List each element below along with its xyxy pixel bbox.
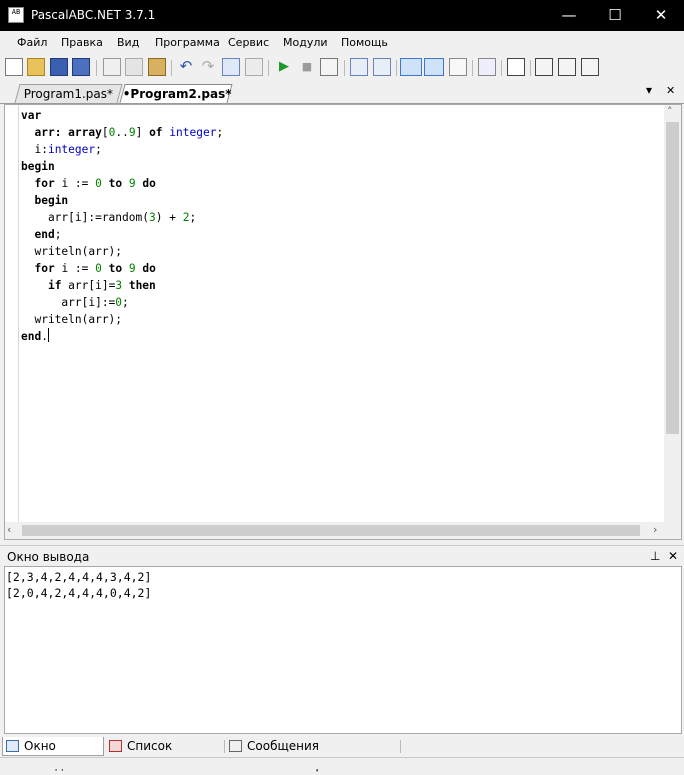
- text-caret: [47, 328, 49, 342]
- menu-edit[interactable]: Правка: [61, 36, 103, 49]
- save-icon[interactable]: [50, 58, 68, 76]
- tab-output-window[interactable]: Окно вывода: [2, 737, 104, 772]
- status-bar: [0, 757, 684, 769]
- tab-program1[interactable]: Program1.pas*: [14, 84, 123, 103]
- tab-label: •Program2.pas*: [122, 87, 232, 101]
- toolbar-separator: [472, 60, 473, 76]
- navigate-back-icon[interactable]: [222, 58, 240, 76]
- menu-file[interactable]: Файл: [17, 36, 47, 49]
- step-over-icon[interactable]: [373, 58, 391, 76]
- document-icon[interactable]: [478, 58, 496, 76]
- tab-separator: [224, 740, 225, 753]
- tab-error-list[interactable]: Список ошибок: [106, 737, 224, 772]
- scroll-right-arrow-icon[interactable]: ›: [653, 523, 657, 536]
- code-line: begin: [21, 160, 55, 173]
- compiler-messages-icon: [229, 740, 242, 752]
- tab-list-dropdown-icon[interactable]: ▾: [646, 83, 652, 97]
- menu-program[interactable]: Программа: [155, 36, 220, 49]
- error-list-icon: [109, 740, 122, 752]
- toolbar-separator: [171, 60, 172, 76]
- code-line: writeln(arr);: [21, 245, 123, 258]
- menu-view[interactable]: Вид: [117, 36, 139, 49]
- output-text: [2,3,4,2,4,4,4,3,4,2] [2,0,4,2,4,4,4,0,4…: [6, 569, 151, 601]
- scroll-up-arrow-icon[interactable]: ˄: [667, 105, 673, 118]
- form-designer-icon[interactable]: [558, 58, 576, 76]
- reference-icon[interactable]: [581, 58, 599, 76]
- cut-icon[interactable]: [103, 58, 121, 76]
- copy-icon[interactable]: [125, 58, 143, 76]
- file-tabs: Program1.pas* •Program2.pas* ▾ ✕: [0, 81, 684, 104]
- redo-icon[interactable]: ↷: [199, 58, 217, 76]
- save-all-icon[interactable]: [72, 58, 90, 76]
- code-line: end.: [21, 328, 49, 343]
- menu-help[interactable]: Помощь: [341, 36, 388, 49]
- output-panel-title: Окно вывода: [7, 550, 90, 564]
- menu-service[interactable]: Сервис: [228, 36, 269, 49]
- output-panel-header: Окно вывода ⊥ ✕: [0, 545, 684, 567]
- horizontal-scroll-thumb[interactable]: [22, 525, 640, 536]
- output-window-toggle-icon[interactable]: [400, 58, 422, 76]
- output-line: [2,0,4,2,4,4,4,0,4,2]: [6, 586, 152, 600]
- navigate-forward-icon[interactable]: [245, 58, 263, 76]
- toolbar-separator: [268, 60, 269, 76]
- code-line: begin: [34, 194, 69, 207]
- toolbar-separator: [344, 60, 345, 76]
- maximize-button[interactable]: ☐: [592, 0, 638, 31]
- step-into-icon[interactable]: [350, 58, 368, 76]
- compile-icon[interactable]: [320, 58, 338, 76]
- output-line: [2,3,4,2,4,4,4,3,4,2]: [6, 570, 152, 584]
- close-button[interactable]: ✕: [638, 0, 684, 31]
- output-window-icon: [6, 740, 19, 752]
- editor-gutter: [5, 105, 19, 522]
- paste-icon[interactable]: [148, 58, 166, 76]
- close-tab-icon[interactable]: ✕: [666, 84, 675, 97]
- toolbar-separator: [530, 60, 531, 76]
- window-title: PascalABC.NET 3.7.1: [31, 8, 156, 22]
- code-line: end;: [34, 228, 62, 241]
- minimize-button[interactable]: —: [546, 0, 592, 31]
- undo-icon[interactable]: ↶: [177, 58, 195, 76]
- abc-icon[interactable]: [449, 58, 467, 76]
- code-line: for i := 0 to 9 do: [34, 262, 156, 275]
- code-line: var: [21, 109, 42, 122]
- tab-program2[interactable]: •Program2.pas*: [119, 84, 233, 103]
- title-bar: AB PascalABC.NET 3.7.1 — ☐ ✕: [0, 0, 684, 31]
- new-file-icon[interactable]: [5, 58, 23, 76]
- tab-compiler-messages[interactable]: Сообщения компилятора: [226, 737, 400, 772]
- run-icon[interactable]: ▶: [275, 58, 293, 76]
- toolbar-separator: [501, 60, 502, 76]
- menu-bar: Файл Правка Вид Программа Сервис Модули …: [0, 31, 684, 55]
- scroll-left-arrow-icon[interactable]: ‹: [7, 523, 11, 536]
- app-icon: AB: [8, 7, 24, 23]
- vertical-scroll-thumb[interactable]: [666, 122, 679, 434]
- format-code-icon[interactable]: [535, 58, 553, 76]
- stop-icon[interactable]: ■: [298, 58, 316, 76]
- toolbar-separator: [396, 60, 397, 76]
- menu-modules[interactable]: Модули: [283, 36, 328, 49]
- close-panel-icon[interactable]: ✕: [668, 549, 678, 563]
- tab-label: Program1.pas*: [23, 87, 113, 101]
- code-line: for i := 0 to 9 do: [34, 177, 156, 190]
- code-line: if arr[i]=3 then: [47, 279, 156, 292]
- code-template-icon[interactable]: [507, 58, 525, 76]
- toolbar-separator: [96, 60, 97, 76]
- code-line: arr[i]:=0;: [21, 296, 129, 309]
- toolbar: ↶ ↷ ▶ ■: [0, 55, 684, 81]
- text-mode-toggle-icon[interactable]: [424, 58, 444, 76]
- code-line: arr[i]:=random(3) + 2;: [21, 211, 197, 224]
- code-text[interactable]: var arr: array[0..9] of integer; i:integ…: [21, 107, 223, 345]
- bottom-panel-tabs: Окно вывода Список ошибок Сообщения комп…: [0, 735, 684, 772]
- tab-separator: [400, 740, 401, 753]
- code-line: writeln(arr);: [21, 313, 123, 326]
- code-line: i:integer;: [21, 143, 102, 156]
- code-line: arr: array[0..9] of integer;: [34, 126, 224, 139]
- pin-icon[interactable]: ⊥: [650, 549, 660, 563]
- open-folder-icon[interactable]: [27, 58, 45, 76]
